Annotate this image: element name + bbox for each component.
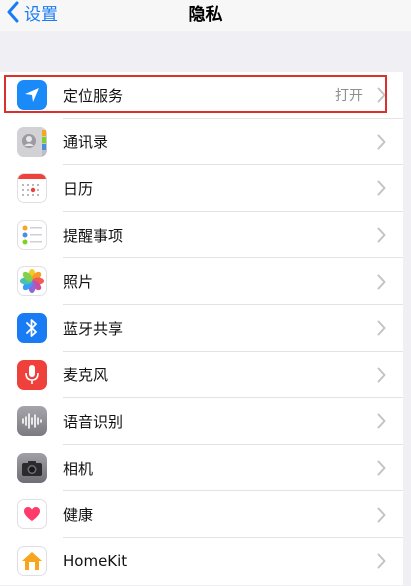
row-homekit[interactable]: HomeKit (0, 538, 403, 585)
chevron-right-icon (377, 87, 386, 103)
chevron-right-icon (377, 367, 386, 383)
row-reminders[interactable]: 提醒事项 (0, 212, 403, 259)
row-label: 照片 (63, 273, 94, 292)
camera-icon (17, 452, 47, 483)
homekit-house-icon (17, 545, 47, 576)
page-title: 隐私 (188, 4, 223, 25)
row-value: 打开 (335, 88, 363, 105)
row-label: 蓝牙共享 (63, 319, 124, 338)
row-bluetooth-sharing[interactable]: 蓝牙共享 (0, 305, 403, 352)
bluetooth-icon (17, 312, 47, 343)
chevron-right-icon (377, 227, 386, 243)
speech-recognition-icon (17, 406, 47, 437)
calendar-icon (17, 173, 47, 204)
row-label: 定位服务 (63, 86, 124, 105)
photos-icon (17, 266, 47, 297)
location-arrow-icon (17, 80, 47, 110)
row-label: 提醒事项 (63, 226, 124, 245)
health-heart-icon (17, 499, 47, 530)
row-photos[interactable]: 照片 (0, 258, 403, 305)
row-camera[interactable]: 相机 (0, 445, 403, 492)
row-health[interactable]: 健康 (0, 491, 403, 538)
row-location-services[interactable]: 定位服务 打开 (0, 72, 403, 119)
row-label: 日历 (63, 179, 94, 198)
row-label: 通讯录 (63, 133, 109, 152)
chevron-right-icon (377, 320, 386, 336)
row-label: 语音识别 (63, 412, 124, 431)
chevron-right-icon (377, 274, 386, 290)
row-microphone[interactable]: 麦克风 (0, 352, 403, 399)
row-label: 相机 (63, 459, 94, 478)
row-label: 麦克风 (63, 366, 109, 385)
privacy-settings-list: 定位服务 打开 通讯录 日历 提醒事项 照片 蓝牙共享 麦克风 语音识别 相机 … (0, 72, 403, 585)
row-speech-recognition[interactable]: 语音识别 (0, 398, 403, 445)
chevron-right-icon (377, 460, 386, 476)
chevron-right-icon (377, 180, 386, 196)
row-label: HomeKit (63, 552, 128, 571)
row-calendar[interactable]: 日历 (0, 165, 403, 212)
chevron-right-icon (377, 553, 386, 569)
row-label: 健康 (63, 506, 94, 525)
section-spacer (0, 31, 411, 72)
reminders-icon (17, 219, 47, 250)
contacts-icon (17, 126, 47, 157)
chevron-right-icon (377, 134, 386, 150)
row-contacts[interactable]: 通讯录 (0, 119, 403, 166)
chevron-right-icon (377, 507, 386, 523)
microphone-icon (17, 359, 47, 390)
chevron-right-icon (377, 413, 386, 429)
navigation-bar: 设置 隐私 (0, 0, 411, 32)
